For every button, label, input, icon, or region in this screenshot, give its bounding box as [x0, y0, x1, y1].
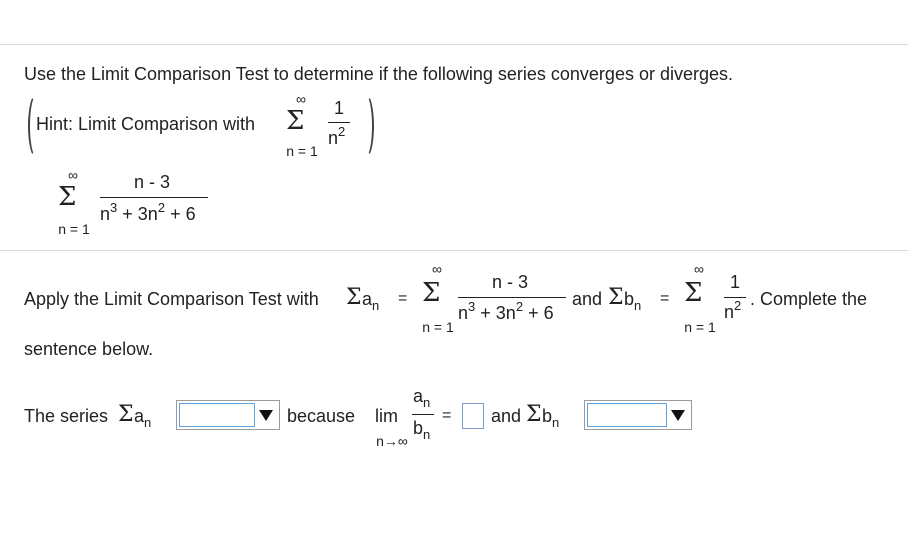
sentence-sigma-a-icon: Σ — [118, 402, 134, 427]
apply-line2: sentence below. — [24, 339, 154, 359]
mid-divider — [0, 250, 908, 251]
chevron-down-icon[interactable] — [671, 410, 685, 421]
series-sum-upper: ∞ — [68, 167, 78, 183]
apply-a-denominator: n3 + 3n2 + 6 — [458, 299, 554, 323]
series-sigma-icon: Σ — [58, 182, 77, 212]
apply-a-numerator: n - 3 — [492, 272, 529, 292]
sentence-b: bn — [542, 406, 560, 430]
apply-b-numerator: 1 — [730, 272, 741, 292]
apply-a-sum-lower: n = 1 — [422, 319, 454, 335]
top-divider — [0, 44, 908, 45]
sentence-prefix: The series — [24, 406, 109, 426]
series-b-dropdown[interactable] — [584, 400, 692, 430]
hint-label: Hint: Limit Comparison with — [36, 114, 256, 134]
apply-a-sigma-icon: Σ — [422, 278, 441, 308]
apply-equals-b: = — [660, 290, 670, 307]
hint-sigma-icon: Σ — [286, 106, 305, 136]
series-sum-lower: n = 1 — [58, 221, 90, 237]
hint-numerator: 1 — [334, 98, 345, 118]
apply-b-sigma-icon: Σ — [684, 278, 703, 308]
apply-b: bn — [624, 289, 642, 313]
limit-input[interactable] — [462, 403, 484, 429]
sentence-equals: = — [442, 407, 452, 424]
series-fraction-bar — [100, 197, 208, 198]
apply-a-sum-upper: ∞ — [432, 261, 442, 277]
question-text: Use the Limit Comparison Test to determi… — [24, 64, 733, 84]
sentence-and: and — [491, 406, 522, 426]
sentence-because: because — [287, 406, 356, 426]
apply-sigma-b-icon: Σ — [608, 285, 624, 310]
hint-sum-lower: n = 1 — [286, 143, 318, 159]
series-b-dropdown-value — [587, 403, 667, 427]
apply-and: and — [572, 289, 603, 309]
series-a-dropdown[interactable] — [176, 400, 280, 430]
apply-equals-a: = — [398, 290, 408, 307]
apply-sigma-a-icon: Σ — [346, 285, 362, 310]
hint-fraction-bar — [328, 122, 350, 123]
apply-a: an — [362, 289, 380, 313]
series-numerator: n - 3 — [134, 172, 171, 192]
apply-b-denominator: n2 — [724, 298, 742, 322]
apply-prefix: Apply the Limit Comparison Test with — [24, 289, 319, 309]
sentence-frac-num: an — [413, 386, 431, 410]
sentence-fraction-bar — [412, 414, 434, 415]
series-denominator: n3 + 3n2 + 6 — [100, 200, 196, 224]
sentence-sigma-b-icon: Σ — [526, 402, 542, 427]
hint-right-paren — [358, 94, 374, 158]
apply-b-sum-upper: ∞ — [694, 261, 704, 277]
hint-denominator: n2 — [328, 124, 346, 148]
sentence-lim-sub: n→∞ — [376, 433, 408, 449]
sentence-a: an — [134, 406, 152, 430]
series-a-dropdown-value — [179, 403, 255, 427]
apply-a-fraction-bar — [458, 297, 566, 298]
chevron-down-icon[interactable] — [259, 410, 273, 421]
apply-b-sum-lower: n = 1 — [684, 319, 716, 335]
hint-sum-upper: ∞ — [296, 91, 306, 107]
sentence-frac-den: bn — [413, 418, 431, 442]
apply-suffix: . Complete the — [750, 289, 868, 309]
sentence-lim: lim — [375, 406, 398, 426]
